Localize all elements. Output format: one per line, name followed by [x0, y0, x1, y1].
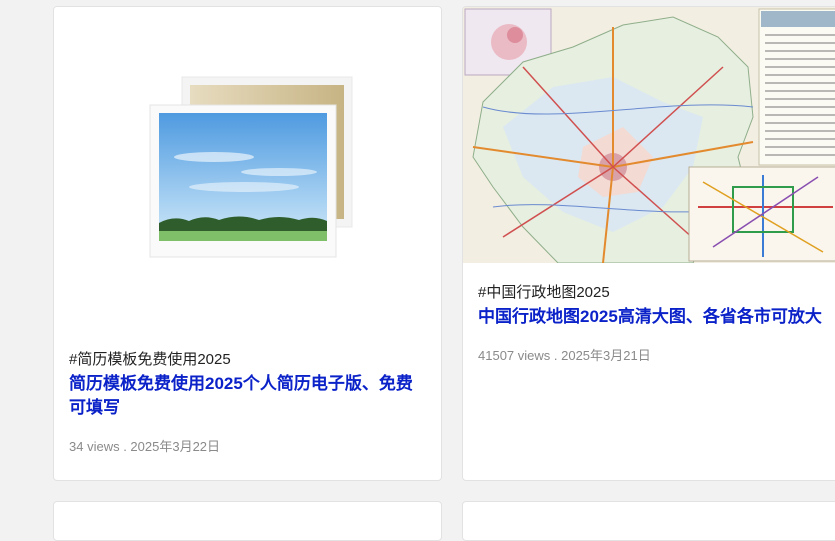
- article-card[interactable]: #简历模板免费使用2025 简历模板免费使用2025个人简历电子版、免费可填写 …: [53, 6, 442, 481]
- card-title-link[interactable]: 中国行政地图2025高清大图、各省各市可放大: [478, 305, 831, 329]
- article-card[interactable]: [462, 501, 835, 541]
- map-image: [463, 7, 835, 264]
- card-tag[interactable]: #简历模板免费使用2025: [69, 350, 426, 370]
- card-tag[interactable]: #中国行政地图2025: [478, 283, 831, 303]
- article-card[interactable]: [53, 501, 442, 541]
- article-card[interactable]: #中国行政地图2025 中国行政地图2025高清大图、各省各市可放大 41507…: [462, 6, 835, 481]
- card-thumbnail[interactable]: [463, 7, 835, 264]
- card-meta: 41507 views . 2025年3月21日: [478, 348, 651, 363]
- card-meta: 34 views . 2025年3月22日: [69, 439, 221, 454]
- card-title-link[interactable]: 简历模板免费使用2025个人简历电子版、免费可填写: [69, 372, 426, 420]
- image-placeholder-icon: [149, 76, 353, 258]
- card-thumbnail[interactable]: [54, 7, 441, 340]
